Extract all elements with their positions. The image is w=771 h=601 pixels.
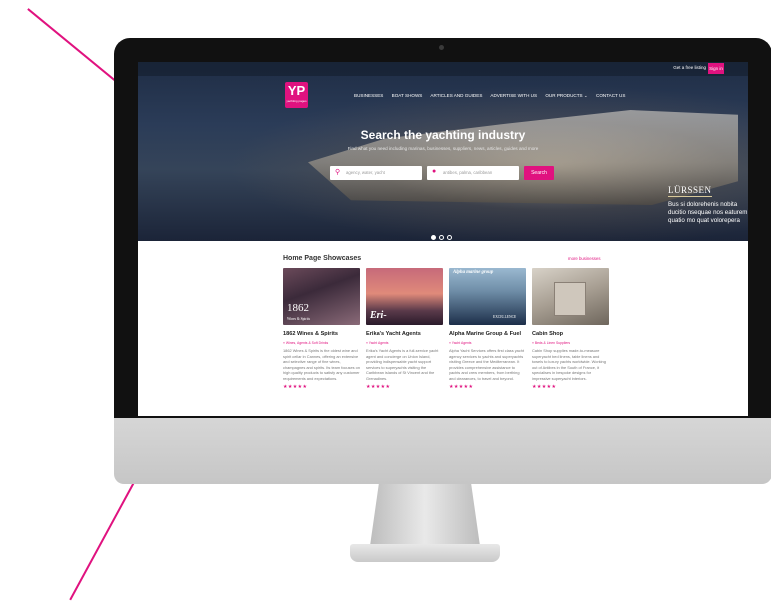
carousel-dot-2[interactable] (439, 235, 444, 240)
card-category[interactable]: » Yacht Agents (449, 341, 526, 345)
card-category[interactable]: » Wines, Agents & Soft Drinks (283, 341, 360, 345)
card-rating-stars: ★★★★★ (449, 383, 474, 390)
search-placeholder: agency, water, yacht (346, 170, 385, 175)
card-image-subtext: EXCELLENCE (493, 315, 517, 319)
card-description: Erika's Yacht Agents is a full-service y… (366, 348, 439, 381)
carousel-dots (431, 227, 455, 245)
location-placeholder: antibes, palma, caribbean (443, 170, 493, 175)
nav-products[interactable]: OUR PRODUCTS ⌄ (545, 93, 587, 98)
search-button[interactable]: Search (524, 166, 554, 180)
card-image-text: Alpha marine group (453, 270, 494, 275)
search-input[interactable]: ⚲ agency, water, yacht (330, 166, 422, 180)
sign-in-button[interactable]: Sign in (708, 63, 724, 74)
card-description: Alpha Yacht Services offers first class … (449, 348, 525, 381)
nav-boat-shows[interactable]: BOAT SHOWS (392, 93, 423, 98)
logo-mark: YP (287, 83, 306, 98)
monitor-stand (370, 484, 480, 546)
card-image-text: 1862 (287, 302, 309, 314)
showcases-title: Home Page Showcases (283, 255, 362, 262)
imac-monitor: Get a free listing Sign in YP yachting p… (114, 38, 771, 484)
carousel-dot-1[interactable] (431, 235, 436, 240)
card-category[interactable]: » Beds & Linen Suppliers (532, 341, 609, 345)
card-image-alpha[interactable]: Alpha marine group EXCELLENCE (449, 268, 526, 325)
monitor-stand-base (350, 544, 500, 562)
card-rating-stars: ★★★★★ (283, 383, 308, 390)
card-title[interactable]: Alpha Marine Group & Fuel (449, 331, 526, 337)
main-nav: BUSINESSES BOAT SHOWS ARTICLES AND GUIDE… (354, 93, 632, 99)
card-image-subtext: Wines & Spirits (287, 317, 311, 321)
card-title[interactable]: 1862 Wines & Spirits (283, 331, 360, 337)
hero-subtitle: Find what you need including marinas, bu… (347, 146, 539, 151)
card-rating-stars: ★★★★★ (366, 383, 391, 390)
showcase-card[interactable]: 1862 Wines & Spirits 1862 Wines & Spirit… (283, 268, 360, 390)
camera-dot (439, 45, 444, 50)
free-listing-link[interactable]: Get a free listing (673, 65, 706, 70)
logo-subtext: yachting pages (286, 99, 307, 103)
card-image-1862[interactable]: 1862 Wines & Spirits (283, 268, 360, 325)
card-description: 1862 Wines & Spirits is the oldest wine … (283, 348, 360, 381)
nav-contact[interactable]: CONTACT US (596, 93, 625, 98)
nav-articles[interactable]: ARTICLES AND GUIDES (430, 93, 482, 98)
monitor-bezel: Get a free listing Sign in YP yachting p… (114, 38, 771, 418)
card-title[interactable]: Erika's Yacht Agents (366, 331, 443, 337)
card-image-text: Eri- (370, 310, 387, 321)
monitor-chin (114, 418, 771, 484)
showcase-card[interactable]: Eri- Erika's Yacht Agents » Yacht Agents… (366, 268, 443, 390)
location-input[interactable]: ● antibes, palma, caribbean (427, 166, 519, 180)
ad-brand: LÜRSSEN (668, 185, 712, 197)
ad-copy: Bus si dolorehenis nobita ducitio nsequa… (668, 201, 748, 224)
card-description: Cabin Shop supplies made-to-measure supe… (532, 348, 606, 381)
location-pin-icon: ● (432, 168, 437, 175)
more-businesses-link[interactable]: more businesses (568, 256, 600, 261)
nav-businesses[interactable]: BUSINESSES (354, 93, 383, 98)
site-logo[interactable]: YP yachting pages (285, 82, 308, 108)
card-title[interactable]: Cabin Shop (532, 331, 609, 337)
nav-advertise[interactable]: ADVERTISE WITH US (490, 93, 537, 98)
top-bar: Get a free listing Sign in (138, 62, 748, 76)
lurssen-advert[interactable]: LÜRSSEN Bus si dolorehenis nobita duciti… (668, 180, 748, 225)
hero-title: Search the yachting industry (360, 128, 526, 142)
card-rating-stars: ★★★★★ (532, 383, 557, 390)
card-image-erikas[interactable]: Eri- (366, 268, 443, 325)
showcase-card[interactable]: Alpha marine group EXCELLENCE Alpha Mari… (449, 268, 526, 390)
card-category[interactable]: » Yacht Agents (366, 341, 443, 345)
search-icon: ⚲ (335, 169, 341, 176)
hero-banner: Get a free listing Sign in YP yachting p… (138, 62, 748, 241)
showcase-card[interactable]: Cabin Shop » Beds & Linen Suppliers Cabi… (532, 268, 609, 390)
website-screen: Get a free listing Sign in YP yachting p… (138, 62, 748, 416)
carousel-dot-3[interactable] (447, 235, 452, 240)
card-image-cabin-shop[interactable] (532, 268, 609, 325)
linen-box-shape (554, 282, 586, 316)
